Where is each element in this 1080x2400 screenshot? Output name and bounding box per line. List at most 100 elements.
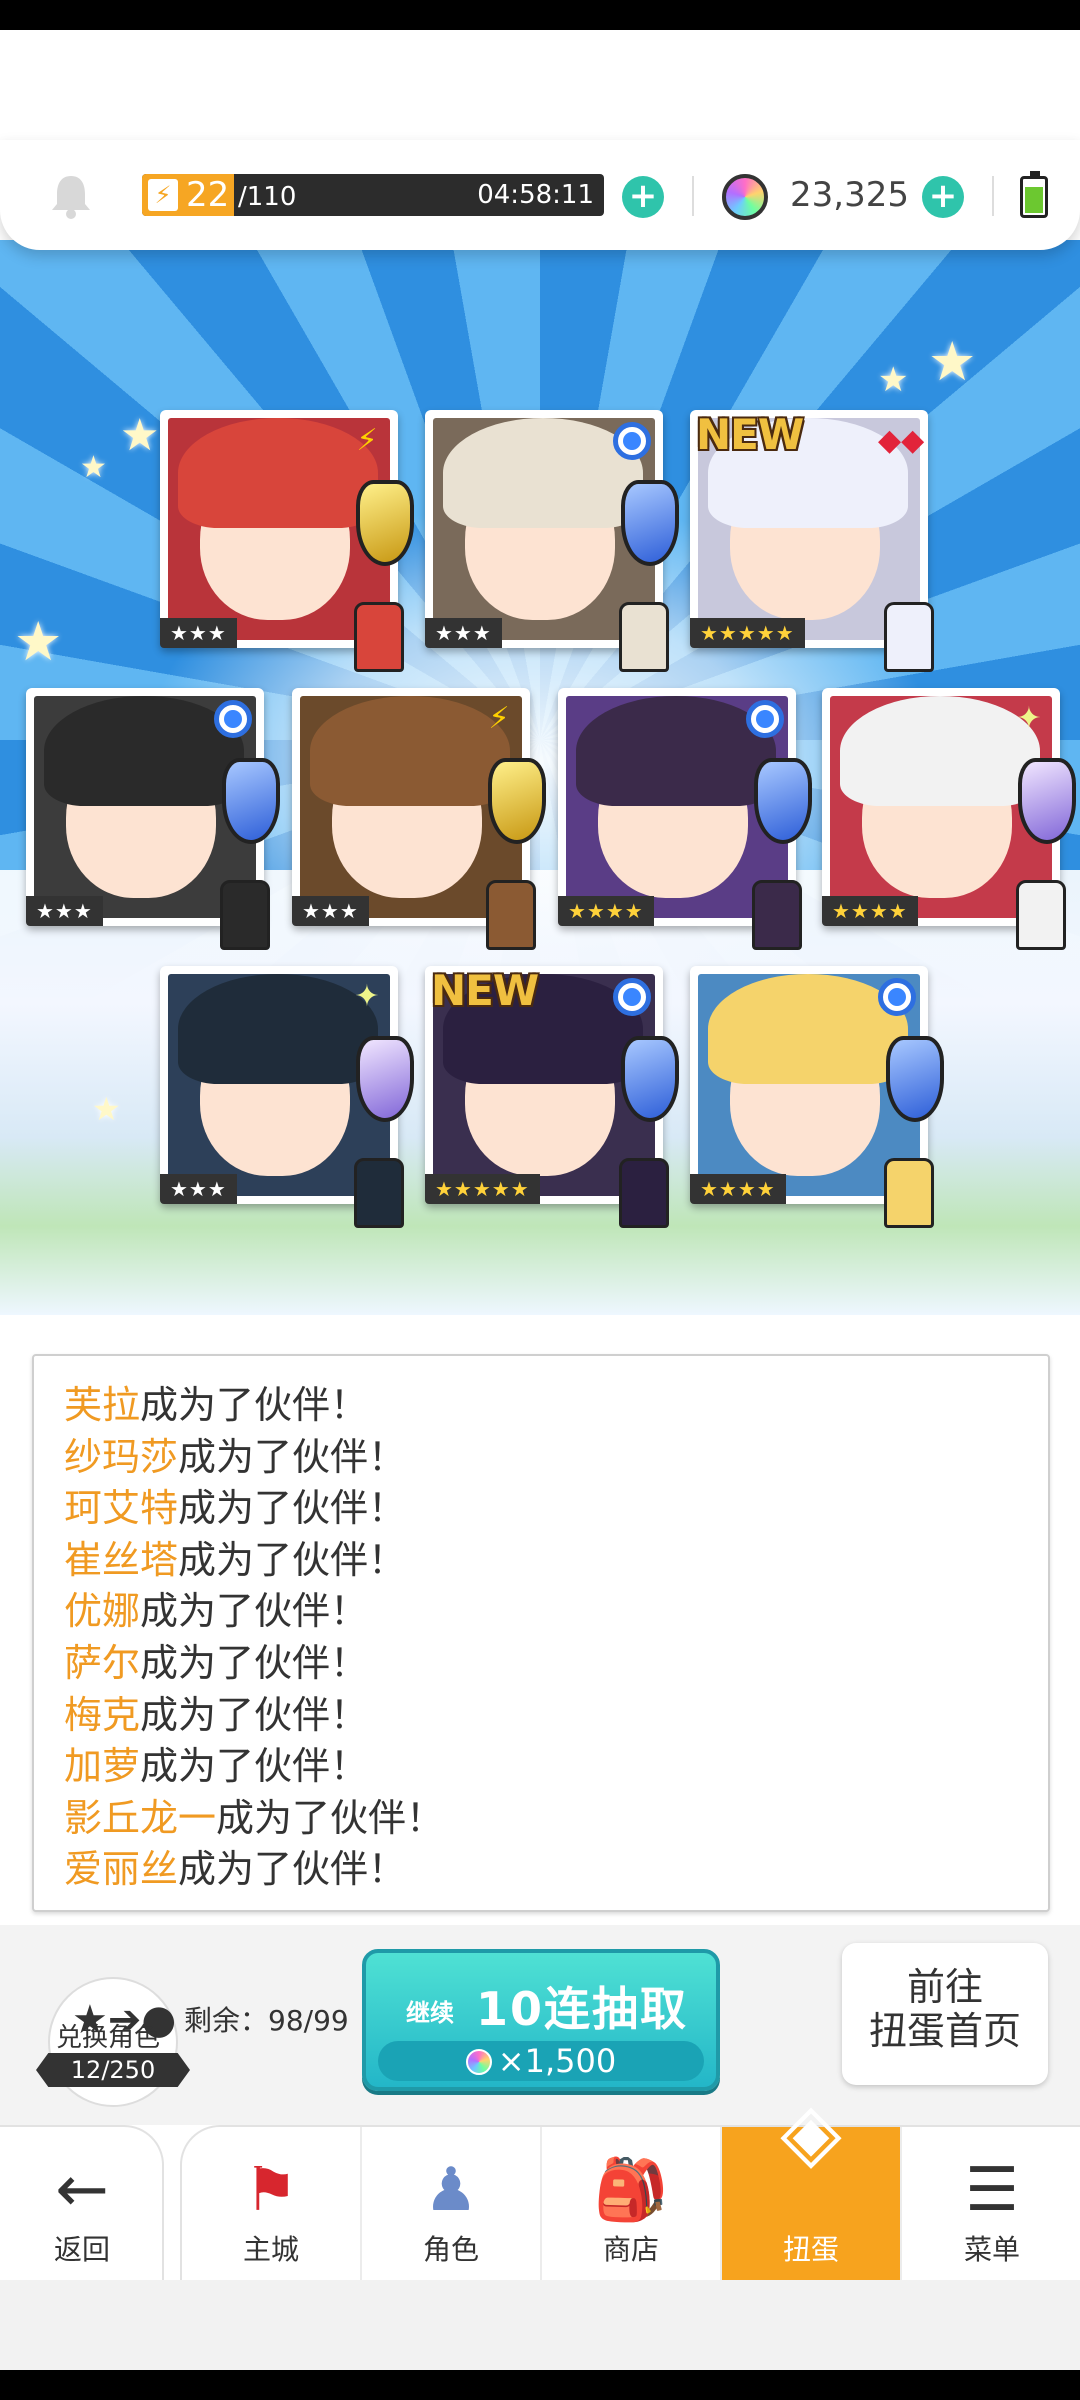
status-strip bbox=[0, 0, 1080, 30]
weapon-crystal-icon bbox=[621, 1036, 679, 1122]
nav-item-town[interactable]: ⚑ 主城 bbox=[182, 2127, 362, 2282]
add-gem-button[interactable]: + bbox=[922, 176, 964, 218]
sparkle-star-icon: ★ bbox=[80, 450, 107, 485]
log-line: 影丘龙一成为了伙伴！ bbox=[64, 1793, 1048, 1845]
character-name: 珂艾特 bbox=[64, 1486, 179, 1531]
character-name: 萨尔 bbox=[64, 1640, 141, 1685]
gacha-crystal-icon: ◈ bbox=[780, 2085, 842, 2178]
rarity-stars: ★★★★ bbox=[822, 896, 918, 926]
gem-icon bbox=[465, 2049, 492, 2075]
sparkle-star-icon: ★ bbox=[92, 1090, 121, 1128]
divider bbox=[992, 176, 994, 216]
light-element-icon: ✦ bbox=[354, 979, 380, 1014]
nav-label: 角色 bbox=[422, 2233, 479, 2266]
pull-cost: ×1,500 bbox=[378, 2041, 704, 2081]
weapon-crystal-icon bbox=[754, 758, 812, 844]
rarity-stars: ★★★ bbox=[160, 618, 237, 648]
exchange-label: 兑换角色 bbox=[56, 2023, 161, 2053]
character-card[interactable]: ✦ ★★★ bbox=[160, 966, 414, 1228]
gem-icon bbox=[722, 174, 768, 220]
character-icon: ♟ bbox=[424, 2155, 478, 2225]
lightning-icon: ⚡ bbox=[148, 179, 178, 211]
log-line: 纱玛莎成为了伙伴！ bbox=[64, 1432, 1048, 1484]
character-name: 优娜 bbox=[64, 1589, 141, 1634]
log-line: 优娜成为了伙伴！ bbox=[64, 1586, 1048, 1638]
character-card[interactable]: ★★★ bbox=[425, 410, 679, 672]
water-element-icon bbox=[613, 422, 651, 460]
shop-bag-icon: 🎒 bbox=[593, 2155, 669, 2225]
back-button[interactable]: ← 返回 bbox=[0, 2125, 164, 2280]
log-text: 成为了伙伴！ bbox=[140, 1744, 369, 1789]
weapon-crystal-icon bbox=[886, 1036, 944, 1122]
character-card[interactable]: ★★★★ bbox=[558, 688, 812, 950]
log-line: 爱丽丝成为了伙伴！ bbox=[64, 1844, 1048, 1896]
pixel-sprite-icon bbox=[1016, 880, 1066, 950]
character-card[interactable]: NEW ◆◆ ★★★★★ bbox=[690, 410, 934, 672]
character-name: 加萝 bbox=[64, 1744, 141, 1789]
pixel-sprite-icon bbox=[354, 1158, 404, 1228]
water-element-icon bbox=[214, 700, 252, 738]
rarity-stars: ★★★ bbox=[160, 1174, 237, 1204]
gacha-stage: ★ ★ ★ ★ ★ ★ ⚡ ★★★ ★★★ NEW ◆◆ ★★★★★ ★★★ ⚡ ★★★ ★★★★… bbox=[0, 240, 1080, 1315]
stamina-current: 22 bbox=[186, 175, 230, 215]
rarity-stars: ★★★ bbox=[26, 896, 103, 926]
rarity-stars: ★★★ bbox=[292, 896, 369, 926]
remaining-count: 剩余：98/99 bbox=[184, 2004, 349, 2037]
nav-label: 商店 bbox=[602, 2233, 659, 2266]
character-name: 梅克 bbox=[64, 1692, 141, 1737]
nav-item-menu[interactable]: ☰ 菜单 bbox=[902, 2127, 1080, 2282]
add-stamina-button[interactable]: + bbox=[622, 176, 664, 218]
log-text: 成为了伙伴！ bbox=[178, 1486, 407, 1531]
log-line: 萨尔成为了伙伴！ bbox=[64, 1638, 1048, 1690]
bottom-nav: ← 返回 ⚑ 主城 ♟ 角色 🎒 商店 ◈ 扭蛋 ☰ 菜单 bbox=[0, 2092, 1080, 2282]
fire-element-icon: ◆◆ bbox=[878, 423, 925, 458]
arrow-left-icon: ← bbox=[55, 2153, 109, 2227]
system-nav-strip bbox=[0, 2370, 1080, 2400]
exchange-count-badge: 12/250 bbox=[36, 2053, 190, 2087]
log-text: 成为了伙伴！ bbox=[140, 1692, 369, 1737]
recruit-log[interactable]: 芙拉成为了伙伴！ 纱玛莎成为了伙伴！ 珂艾特成为了伙伴！ 崔丝塔成为了伙伴！ 优娜成为了… bbox=[32, 1354, 1050, 1912]
rarity-stars: ★★★★ bbox=[558, 896, 654, 926]
character-name: 芙拉 bbox=[64, 1383, 141, 1427]
weapon-crystal-icon bbox=[356, 480, 414, 566]
stamina-timer: 04:58:11 bbox=[477, 180, 594, 210]
character-card[interactable]: ✦ ★★★★ bbox=[822, 688, 1076, 950]
thunder-element-icon: ⚡ bbox=[488, 701, 510, 736]
nav-back-inner: ← 返回 bbox=[0, 2127, 164, 2282]
gem-count: 23,325 bbox=[790, 175, 909, 215]
water-element-icon bbox=[746, 700, 784, 738]
nav-label: 菜单 bbox=[963, 2233, 1020, 2266]
log-text: 成为了伙伴！ bbox=[140, 1589, 369, 1634]
log-text: 成为了伙伴！ bbox=[216, 1795, 445, 1840]
gacha-result-screen: ★ ★ ★ ★ ★ ★ ⚡ ★★★ ★★★ NEW ◆◆ ★★★★★ ★★★ ⚡ ★★★ ★★★★… bbox=[0, 0, 1080, 2400]
new-tag: NEW bbox=[431, 966, 539, 1015]
top-status-bar: ⚡ 22 /110 04:58:11 + 23,325 + bbox=[0, 140, 1080, 250]
rarity-stars: ★★★★★ bbox=[690, 618, 805, 648]
character-card[interactable]: ⚡ ★★★ bbox=[292, 688, 546, 950]
log-line: 芙拉成为了伙伴！ bbox=[64, 1380, 1048, 1432]
water-element-icon bbox=[613, 978, 651, 1016]
nav-item-gacha[interactable]: ◈ 扭蛋 bbox=[722, 2092, 902, 2282]
log-text: 成为了伙伴！ bbox=[178, 1847, 407, 1892]
goto-gacha-home-button[interactable]: 前往 扭蛋首页 bbox=[842, 1943, 1048, 2085]
stamina-bar: ⚡ 22 /110 04:58:11 bbox=[142, 174, 604, 216]
ten-pull-button[interactable]: 继续 10连抽取 ×1,500 bbox=[362, 1949, 720, 2091]
pull-label: 10连抽取 bbox=[476, 1982, 689, 2036]
log-line: 加萝成为了伙伴！ bbox=[64, 1741, 1048, 1793]
sparkle-star-icon: ★ bbox=[14, 610, 63, 673]
character-card[interactable]: ★★★ bbox=[26, 688, 280, 950]
character-card[interactable]: NEW ★★★★★ bbox=[425, 966, 679, 1228]
nav-item-shop[interactable]: 🎒 商店 bbox=[542, 2127, 722, 2282]
town-icon: ⚑ bbox=[244, 2155, 298, 2225]
character-card[interactable]: ⚡ ★★★ bbox=[160, 410, 414, 672]
bell-icon[interactable] bbox=[48, 170, 94, 220]
pixel-sprite-icon bbox=[884, 602, 934, 672]
log-line: 梅克成为了伙伴！ bbox=[64, 1690, 1048, 1742]
pixel-sprite-icon bbox=[752, 880, 802, 950]
light-element-icon: ✦ bbox=[1016, 701, 1042, 736]
weapon-crystal-icon bbox=[488, 758, 546, 844]
character-name: 爱丽丝 bbox=[64, 1847, 179, 1892]
nav-item-characters[interactable]: ♟ 角色 bbox=[362, 2127, 542, 2282]
character-card[interactable]: ★★★★ bbox=[690, 966, 944, 1228]
nav-footer bbox=[0, 2280, 1080, 2370]
